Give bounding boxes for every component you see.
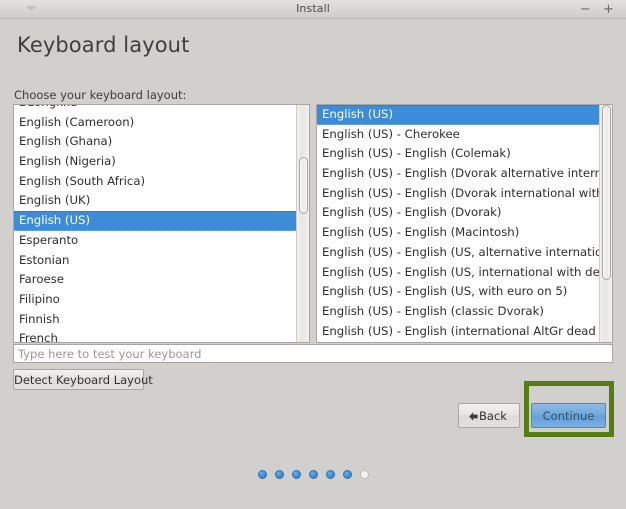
- progress-dot: [325, 470, 335, 479]
- keyboard-variant-list[interactable]: English (US) English (US) - Cherokee Engli…: [316, 104, 613, 343]
- window-title: Install: [296, 2, 330, 15]
- list-item[interactable]: English (Ghana): [14, 132, 296, 152]
- back-button-label: Back: [479, 408, 507, 423]
- list-item[interactable]: Finnish: [14, 310, 296, 330]
- progress-dots: [0, 470, 626, 479]
- list-item[interactable]: English (US) - English (Dvorak alternati…: [317, 164, 599, 184]
- list-item[interactable]: English (US) - English (US, internationa…: [317, 263, 599, 283]
- progress-dot: [308, 470, 318, 479]
- keyboard-variant-scrollbar-thumb[interactable]: [602, 105, 611, 281]
- list-item[interactable]: English (US): [14, 211, 296, 231]
- keyboard-layout-list[interactable]: DzongkhaEnglish (Cameroon)English (Ghana…: [13, 104, 310, 343]
- list-item[interactable]: English (Cameroon): [14, 113, 296, 133]
- detect-keyboard-layout-button[interactable]: Detect Keyboard Layout: [13, 369, 153, 390]
- page-title: Keyboard layout: [17, 33, 190, 57]
- list-item[interactable]: English (South Africa): [14, 172, 296, 192]
- list-item[interactable]: English (US) - English (international Al…: [317, 322, 599, 342]
- install-window: Install − + Keyboard layout Choose your …: [0, 0, 626, 509]
- list-item[interactable]: English (US) - English (Macintosh): [317, 223, 599, 243]
- keyboard-variant-list-rows: English (US) English (US) - Cherokee Engli…: [317, 105, 599, 342]
- list-item[interactable]: English (US) - English (Colemak): [317, 144, 599, 164]
- list-item[interactable]: Faroese: [14, 270, 296, 290]
- progress-dot: [342, 470, 352, 479]
- list-item[interactable]: Filipino: [14, 290, 296, 310]
- arrow-left-icon: [469, 412, 478, 421]
- keyboard-layout-scrollbar-thumb[interactable]: [299, 157, 308, 214]
- choose-layout-label: Choose your keyboard layout:: [14, 88, 187, 102]
- back-button[interactable]: Back: [458, 403, 520, 428]
- keyboard-test-input[interactable]: [13, 344, 613, 363]
- list-item[interactable]: Dzongkha: [14, 105, 296, 113]
- list-item[interactable]: Esperanto: [14, 231, 296, 251]
- list-item[interactable]: English (Nigeria): [14, 152, 296, 172]
- list-item[interactable]: English (US) - English (US, with euro on…: [317, 282, 599, 302]
- list-item[interactable]: English (US) - English (US, alternative …: [317, 243, 599, 263]
- list-item[interactable]: Estonian: [14, 251, 296, 271]
- list-item[interactable]: English (US) - English (Dvorak): [317, 203, 599, 223]
- minimize-button[interactable]: −: [577, 1, 594, 18]
- progress-dot: [291, 470, 301, 479]
- progress-dot: [274, 470, 284, 479]
- list-item[interactable]: English (US) - Cherokee: [317, 125, 599, 145]
- progress-dot: [359, 470, 369, 479]
- keyboard-layout-list-rows: DzongkhaEnglish (Cameroon)English (Ghana…: [14, 105, 296, 342]
- maximize-button[interactable]: +: [600, 1, 617, 18]
- continue-button[interactable]: Continue: [531, 403, 606, 428]
- list-item[interactable]: English (US): [317, 105, 599, 125]
- progress-dot: [257, 470, 267, 479]
- keyboard-variant-scrollbar[interactable]: [599, 105, 612, 342]
- list-item[interactable]: English (UK): [14, 191, 296, 211]
- window-titlebar: Install − +: [0, 0, 626, 19]
- list-item[interactable]: French: [14, 329, 296, 342]
- list-item[interactable]: English (US) - English (classic Dvorak): [317, 302, 599, 322]
- keyboard-layout-scrollbar[interactable]: [296, 105, 309, 342]
- list-item[interactable]: English (US) - English (Dvorak internati…: [317, 184, 599, 204]
